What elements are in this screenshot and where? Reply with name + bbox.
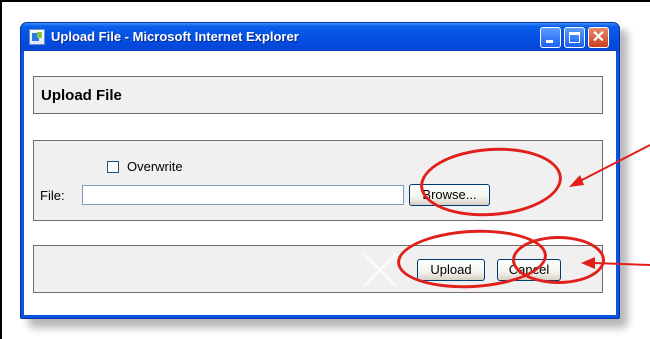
ie-page-icon <box>29 29 45 45</box>
maximize-icon <box>569 32 580 43</box>
overwrite-label: Overwrite <box>127 159 183 174</box>
window-title: Upload File - Microsoft Internet Explore… <box>51 29 299 44</box>
titlebar[interactable]: Upload File - Microsoft Internet Explore… <box>21 23 619 51</box>
close-button[interactable]: ✕ <box>588 27 609 48</box>
file-label: File: <box>40 188 65 203</box>
file-path-input[interactable] <box>82 185 404 205</box>
page-title: Upload File <box>41 87 122 104</box>
minimize-icon <box>546 40 553 43</box>
frame-border-left <box>0 0 2 339</box>
close-icon: ✕ <box>591 29 606 46</box>
overwrite-checkbox[interactable] <box>107 161 119 173</box>
maximize-button[interactable] <box>564 27 585 48</box>
minimize-button[interactable] <box>540 27 561 48</box>
header-panel: Upload File <box>33 76 603 114</box>
frame-border-top <box>0 0 650 2</box>
annotation-circle-cancel <box>512 236 605 284</box>
watermark-cross-icon <box>363 253 397 287</box>
